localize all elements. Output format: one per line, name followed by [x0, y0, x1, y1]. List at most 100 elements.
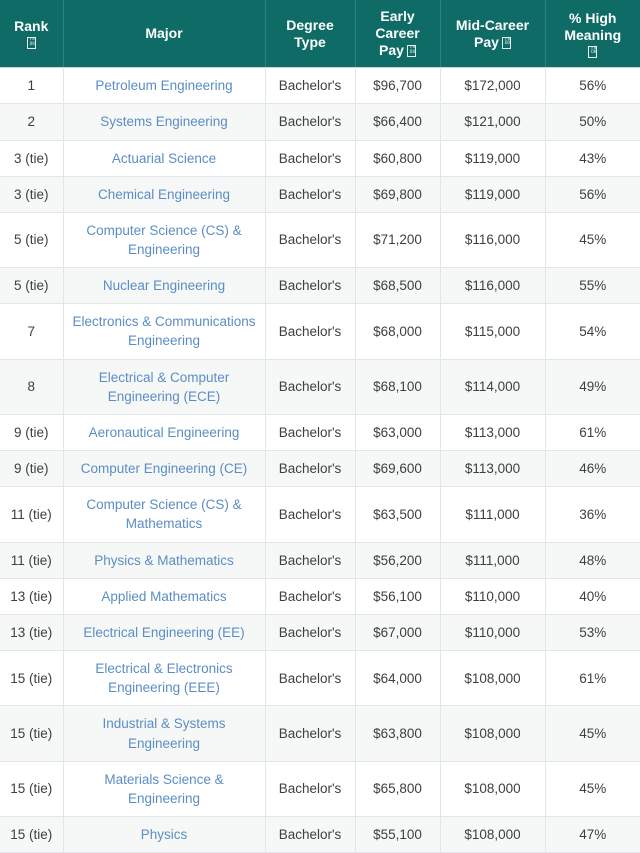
major-link[interactable]: Petroleum Engineering	[95, 78, 232, 93]
cell-mid-career-pay: $115,000	[440, 303, 546, 360]
cell-percent-high-meaning: 56%	[545, 176, 640, 213]
sort-icon[interactable]: F0 D8	[406, 45, 416, 58]
column-header-degree-type[interactable]: Degree Type	[265, 0, 356, 69]
cell-percent-high-meaning: 40%	[545, 578, 640, 615]
major-link[interactable]: Electrical Engineering (EE)	[83, 625, 244, 640]
major-link[interactable]: Nuclear Engineering	[103, 278, 225, 293]
major-link[interactable]: Materials Science & Engineering	[104, 772, 223, 806]
cell-major: Petroleum Engineering	[63, 67, 266, 105]
column-header-degree-type-line1: Degree	[286, 16, 334, 33]
cell-mid-career-pay: $108,000	[440, 816, 546, 853]
major-link[interactable]: Electrical & Computer Engineering (ECE)	[99, 370, 230, 404]
sort-icon[interactable]: F0 D8	[26, 37, 36, 50]
cell-rank: 5 (tie)	[0, 267, 64, 305]
cell-early-career-pay: $66,400	[355, 103, 441, 141]
cell-major: Applied Mathematics	[63, 578, 266, 615]
cell-mid-career-pay: $110,000	[440, 578, 546, 615]
major-link[interactable]: Physics & Mathematics	[94, 553, 234, 568]
major-link[interactable]: Physics	[141, 827, 188, 842]
table-row: 13 (tie) Applied Mathematics Bachelor's $56…	[0, 578, 640, 615]
column-header-rank-label: Rank	[14, 18, 49, 35]
cell-mid-career-pay: $111,000	[440, 542, 546, 579]
cell-early-career-pay: $60,800	[355, 140, 441, 177]
cell-mid-career-pay: $113,000	[440, 450, 546, 488]
cell-percent-high-meaning: 48%	[545, 542, 640, 579]
cell-degree-type: Bachelor's	[265, 450, 356, 488]
cell-early-career-pay: $56,200	[355, 542, 441, 579]
cell-mid-career-pay: $172,000	[440, 67, 546, 105]
cell-mid-career-pay: $116,000	[440, 212, 546, 269]
column-header-major[interactable]: Major	[63, 0, 266, 69]
cell-early-career-pay: $64,000	[355, 650, 441, 707]
major-link[interactable]: Electrical & Electronics Engineering (EE…	[95, 661, 232, 695]
cell-degree-type: Bachelor's	[265, 614, 356, 652]
column-header-mid-career-pay-line2: Pay F0 DD	[447, 34, 539, 51]
column-header-percent-high-meaning[interactable]: % High Meaning F0 D8	[545, 0, 640, 69]
cell-degree-type: Bachelor's	[265, 67, 356, 105]
cell-rank: 2	[0, 103, 64, 141]
column-header-early-career-pay-line1: Early	[380, 8, 415, 24]
major-link[interactable]: Chemical Engineering	[98, 187, 230, 202]
cell-major: Materials Science & Engineering	[63, 761, 266, 817]
cell-percent-high-meaning: 53%	[545, 614, 640, 652]
cell-mid-career-pay: $108,000	[440, 705, 546, 762]
major-link[interactable]: Industrial & Systems Engineering	[102, 716, 225, 750]
table-row: 2 Systems Engineering Bachelor's $66,400 $12…	[0, 103, 640, 141]
cell-mid-career-pay: $116,000	[440, 267, 546, 305]
table-row: 5 (tie) Nuclear Engineering Bachelor's $68,…	[0, 267, 640, 305]
column-header-rank[interactable]: Rank F0 D8	[0, 0, 64, 69]
column-header-early-career-pay[interactable]: Early Career Pay F0 D8	[355, 0, 441, 69]
cell-degree-type: Bachelor's	[265, 359, 356, 415]
cell-early-career-pay: $55,100	[355, 816, 441, 853]
cell-rank: 7	[0, 303, 64, 360]
cell-major: Actuarial Science	[63, 140, 266, 177]
column-header-major-label: Major	[145, 25, 183, 42]
major-link[interactable]: Systems Engineering	[100, 114, 228, 129]
cell-major: Electronics & Communications Engineering	[63, 303, 266, 360]
table-row: 3 (tie) Chemical Engineering Bachelor's $69…	[0, 176, 640, 213]
major-link[interactable]: Computer Engineering (CE)	[81, 461, 248, 476]
major-link[interactable]: Aeronautical Engineering	[89, 425, 240, 440]
cell-major: Physics & Mathematics	[63, 542, 266, 579]
column-header-early-career-pay-line3: Pay F0 D8	[362, 42, 434, 59]
cell-rank: 9 (tie)	[0, 450, 64, 488]
sort-icon[interactable]: F0 D8	[588, 45, 598, 58]
cell-percent-high-meaning: 54%	[545, 303, 640, 360]
cell-degree-type: Bachelor's	[265, 816, 356, 853]
major-link[interactable]: Applied Mathematics	[101, 589, 226, 604]
major-link[interactable]: Computer Science (CS) & Engineering	[86, 223, 241, 257]
major-link[interactable]: Electronics & Communications Engineering	[72, 314, 255, 348]
table-body: 1 Petroleum Engineering Bachelor's $96,700 $…	[0, 67, 640, 853]
cell-mid-career-pay: $110,000	[440, 614, 546, 652]
cell-early-career-pay: $67,000	[355, 614, 441, 652]
cell-percent-high-meaning: 47%	[545, 816, 640, 853]
cell-degree-type: Bachelor's	[265, 414, 356, 452]
table-row: 15 (tie) Physics Bachelor's $55,100 $108,000…	[0, 816, 640, 853]
table-row: 15 (tie) Industrial & Systems Engineering…	[0, 705, 640, 762]
cell-major: Computer Science (CS) & Engineering	[63, 212, 266, 269]
cell-percent-high-meaning: 46%	[545, 450, 640, 488]
cell-major: Aeronautical Engineering	[63, 414, 266, 452]
cell-degree-type: Bachelor's	[265, 103, 356, 141]
sort-desc-icon[interactable]: F0 DD	[501, 36, 511, 49]
major-link[interactable]: Computer Science (CS) & Mathematics	[86, 497, 241, 531]
cell-percent-high-meaning: 50%	[545, 103, 640, 141]
cell-early-career-pay: $68,000	[355, 303, 441, 360]
table-header-row: Rank F0 D8 Major Degree Type Early Career…	[0, 0, 640, 69]
cell-rank: 1	[0, 67, 64, 105]
column-header-mid-career-pay-line1: Mid-Career	[455, 16, 530, 33]
column-header-mid-career-pay[interactable]: Mid-Career Pay F0 DD	[440, 0, 546, 69]
cell-degree-type: Bachelor's	[265, 486, 356, 543]
cell-percent-high-meaning: 56%	[545, 67, 640, 105]
cell-percent-high-meaning: 61%	[545, 414, 640, 452]
table-row: 9 (tie) Computer Engineering (CE) Bachelor…	[0, 450, 640, 488]
major-link[interactable]: Actuarial Science	[112, 151, 216, 166]
cell-major: Computer Engineering (CE)	[63, 450, 266, 488]
table-row: 11 (tie) Computer Science (CS) & Mathemat…	[0, 486, 640, 543]
cell-degree-type: Bachelor's	[265, 267, 356, 305]
cell-early-career-pay: $71,200	[355, 212, 441, 269]
cell-mid-career-pay: $119,000	[440, 140, 546, 177]
cell-rank: 13 (tie)	[0, 614, 64, 652]
cell-early-career-pay: $96,700	[355, 67, 441, 105]
table-row: 3 (tie) Actuarial Science Bachelor's $60,80…	[0, 140, 640, 177]
